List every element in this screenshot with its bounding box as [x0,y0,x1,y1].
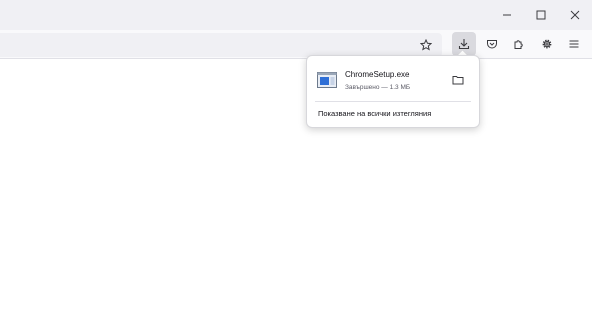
maximize-icon [536,10,546,20]
minimize-button[interactable] [490,0,524,30]
settings-button[interactable] [535,32,559,56]
menu-icon [569,40,579,48]
pocket-icon [487,40,497,49]
page-content [0,59,592,321]
app-menu-button[interactable] [562,32,586,56]
bookmark-star-icon [420,39,432,51]
navigation-toolbar [0,30,592,59]
bookmark-button[interactable] [414,33,438,57]
close-window-button[interactable] [558,0,592,30]
minimize-icon [503,14,511,16]
download-icon [458,39,470,50]
maximize-button[interactable] [524,0,558,30]
settings-gear-icon [542,39,552,49]
extensions-icon [514,40,523,49]
close-icon [570,10,580,20]
pocket-button[interactable] [480,32,504,56]
title-bar [0,0,592,30]
extensions-button[interactable] [507,32,531,56]
address-bar[interactable] [0,33,442,57]
